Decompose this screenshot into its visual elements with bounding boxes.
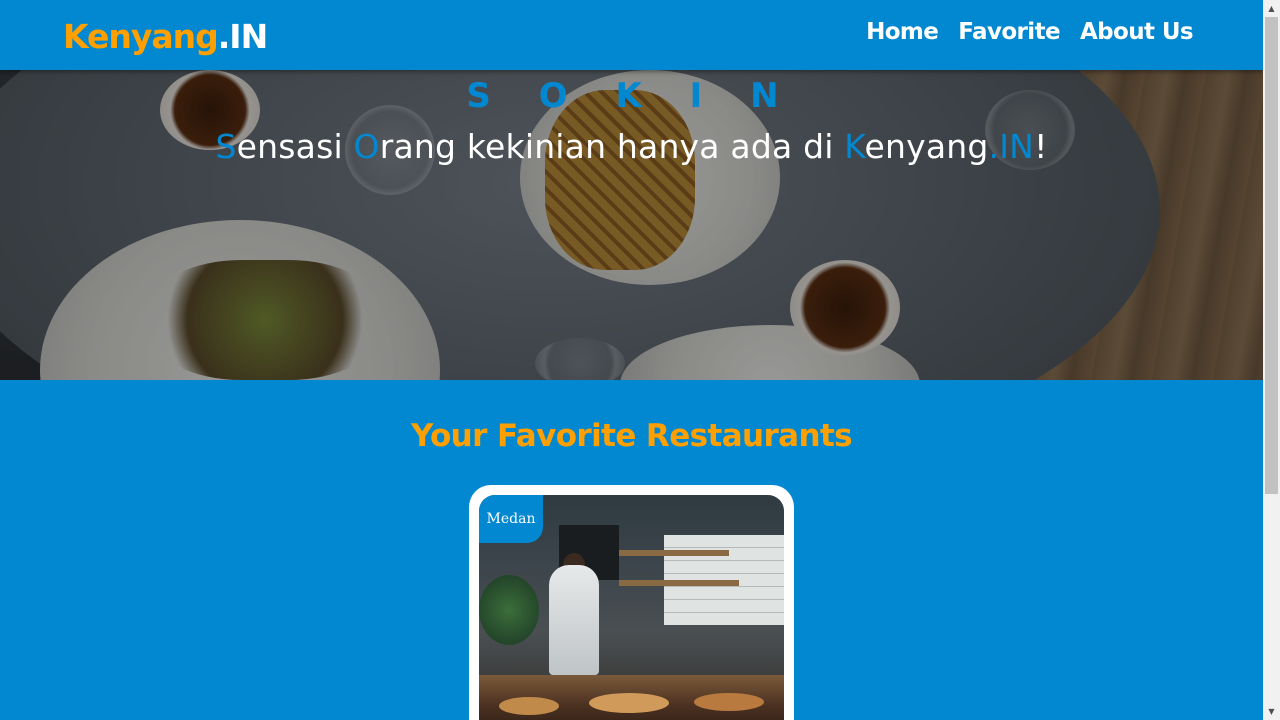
tagline-text-4: ! bbox=[1034, 127, 1048, 166]
page: Kenyang.IN Home Favorite About Us S O K … bbox=[0, 0, 1263, 720]
tagline-k: K bbox=[844, 127, 865, 166]
tagline-in: .IN bbox=[988, 127, 1035, 166]
hero-tagline: Sensasi Orang kekinian hanya ada di Keny… bbox=[0, 124, 1263, 170]
logo-text-in: .IN bbox=[217, 17, 268, 56]
tagline-text-1: ensasi bbox=[236, 127, 354, 166]
image-chef bbox=[549, 565, 599, 675]
image-food-3 bbox=[694, 693, 764, 711]
scrollbar-thumb[interactable] bbox=[1265, 17, 1278, 494]
favorite-restaurants-heading: Your Favorite Restaurants bbox=[410, 418, 853, 454]
image-plant bbox=[479, 575, 539, 645]
tagline-s: S bbox=[215, 127, 237, 166]
logo[interactable]: Kenyang.IN bbox=[63, 14, 268, 60]
tagline-text-3: enyang bbox=[864, 127, 989, 166]
nav-favorite-link[interactable]: Favorite bbox=[958, 14, 1060, 50]
logo-text-kenyang: Kenyang bbox=[63, 17, 219, 56]
main-nav: Home Favorite About Us bbox=[866, 14, 1194, 50]
image-shelf-1 bbox=[619, 550, 729, 556]
app-header: Kenyang.IN Home Favorite About Us bbox=[0, 0, 1263, 70]
scroll-down-arrow-icon[interactable]: ▼ bbox=[1263, 703, 1280, 720]
image-food-1 bbox=[499, 697, 559, 715]
image-food-2 bbox=[589, 693, 669, 713]
tagline-text-2: rang kekinian hanya ada di bbox=[379, 127, 845, 166]
nav-about-us-link[interactable]: About Us bbox=[1080, 14, 1194, 50]
vertical-scrollbar[interactable]: ▲ ▼ bbox=[1263, 0, 1280, 720]
nav-home-link[interactable]: Home bbox=[866, 14, 939, 50]
restaurant-city-badge: Medan bbox=[479, 495, 543, 543]
scroll-up-arrow-icon[interactable]: ▲ bbox=[1263, 0, 1280, 17]
tagline-o: O bbox=[353, 127, 380, 166]
hero-title: S O K I N bbox=[466, 76, 797, 116]
image-shelf-2 bbox=[619, 580, 739, 586]
